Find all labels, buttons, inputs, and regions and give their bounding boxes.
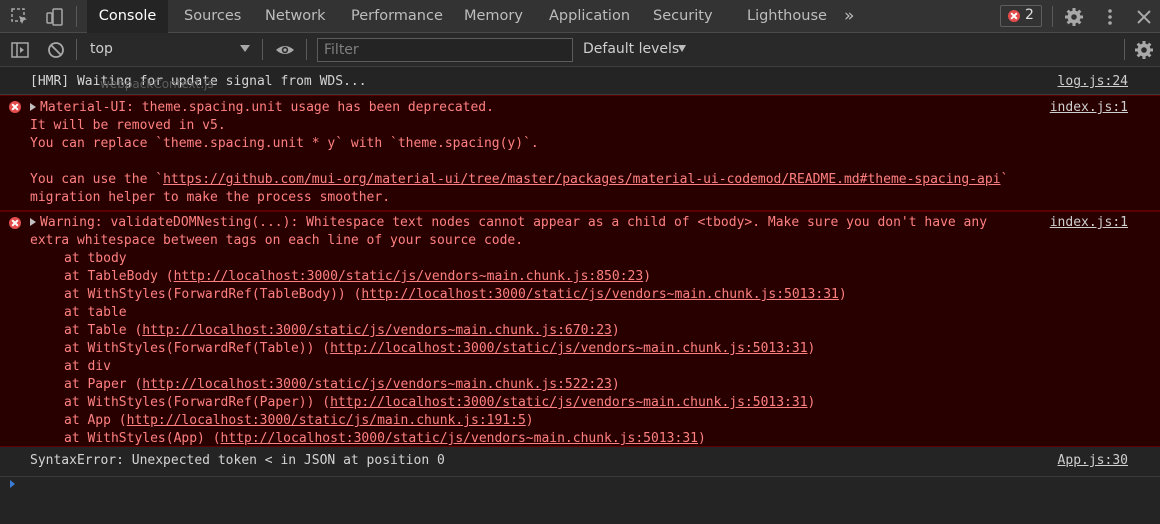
readme-link[interactable]: https://github.com/mui-org/material-ui/t… — [163, 172, 1000, 187]
kebab-menu-icon[interactable] — [1100, 7, 1120, 27]
error-first-line: Warning: validateDOMNesting(...): Whites… — [30, 214, 987, 232]
tab-sources[interactable]: Sources — [184, 0, 241, 33]
error-line: It will be removed in v5. — [30, 118, 226, 133]
stack-frame-link[interactable]: http://localhost:3000/static/js/vendors~… — [330, 395, 807, 410]
stack-frame: at WithStyles(ForwardRef(Paper)) (http:/… — [64, 395, 816, 410]
device-toolbar-icon[interactable] — [45, 7, 65, 27]
tab-application[interactable]: Application — [549, 0, 630, 33]
log-source-link[interactable]: log.js:24 — [1058, 73, 1128, 91]
tab-performance[interactable]: Performance — [351, 0, 443, 33]
live-expression-eye-icon[interactable] — [275, 40, 295, 60]
inspect-element-icon[interactable] — [10, 7, 30, 27]
stack-frame-link[interactable]: http://localhost:3000/static/js/main.chu… — [127, 413, 526, 428]
log-levels-dropdown[interactable]: Default levels — [583, 41, 679, 57]
stack-frame: at Table (http://localhost:3000/static/j… — [64, 323, 620, 338]
error-first-line: Material-UI: theme.spacing.unit usage ha… — [30, 99, 494, 117]
error-line: extra whitespace between tags on each li… — [30, 233, 524, 248]
filter-input[interactable] — [317, 38, 573, 62]
stack-frame-link[interactable]: http://localhost:3000/static/js/vendors~… — [221, 431, 698, 446]
stack-frame-link[interactable]: http://localhost:3000/static/js/vendors~… — [361, 287, 838, 302]
tabbar-divider — [1052, 6, 1053, 27]
stack-frame: at tbody — [64, 251, 127, 266]
error-count: 2 — [1025, 7, 1034, 23]
close-icon[interactable] — [1134, 7, 1154, 27]
log-message: SyntaxError: Unexpected token < in JSON … — [30, 453, 445, 468]
error-line: You can use the `https://github.com/mui-… — [30, 172, 1009, 187]
overlay-hint: webpackContext.js — [100, 77, 214, 91]
stack-frame: at div — [64, 359, 111, 374]
stack-frame-link[interactable]: http://localhost:3000/static/js/vendors~… — [142, 323, 612, 338]
error-icon — [9, 217, 21, 229]
tab-memory[interactable]: Memory — [464, 0, 523, 33]
stack-frame-link[interactable]: http://localhost:3000/static/js/vendors~… — [142, 377, 612, 392]
toolbar-divider — [1124, 39, 1125, 60]
error-count-badge[interactable]: 2 — [1000, 5, 1042, 27]
toolbar-divider — [262, 39, 263, 60]
expand-triangle-icon[interactable] — [30, 218, 36, 226]
tab-console[interactable]: Console — [87, 0, 168, 33]
tab-security[interactable]: Security — [653, 0, 713, 33]
stack-frame: at TableBody (http://localhost:3000/stat… — [64, 269, 652, 284]
console-error-warning[interactable]: Warning: validateDOMNesting(...): Whites… — [0, 211, 1160, 447]
stack-frame: at WithStyles(ForwardRef(Table)) (http:/… — [64, 341, 816, 356]
tab-lighthouse[interactable]: Lighthouse — [747, 0, 827, 33]
settings-gear-icon[interactable] — [1064, 7, 1084, 27]
tab-network[interactable]: Network — [265, 0, 326, 33]
log-source-link[interactable]: App.js:30 — [1058, 452, 1128, 470]
console-error-mui[interactable]: Material-UI: theme.spacing.unit usage ha… — [0, 95, 1160, 211]
stack-frame: at WithStyles(ForwardRef(TableBody)) (ht… — [64, 287, 847, 302]
stack-frame-link[interactable]: http://localhost:3000/static/js/vendors~… — [174, 269, 644, 284]
console-settings-gear-icon[interactable] — [1134, 40, 1154, 60]
console-log-syntax-error: SyntaxError: Unexpected token < in JSON … — [0, 447, 1160, 477]
stack-frame-link[interactable]: http://localhost:3000/static/js/vendors~… — [330, 341, 807, 356]
error-line: You can replace `theme.spacing.unit * y`… — [30, 136, 539, 151]
error-source-link[interactable]: index.js:1 — [1049, 214, 1128, 232]
stack-frame: at App (http://localhost:3000/static/js/… — [64, 413, 534, 428]
console-toolbar: top Default levels — [0, 33, 1160, 67]
stack-frame: at Paper (http://localhost:3000/static/j… — [64, 377, 620, 392]
stack-frame: at WithStyles(App) (http://localhost:300… — [64, 431, 706, 446]
tabbar-divider — [76, 6, 77, 27]
clear-console-icon[interactable] — [46, 40, 66, 60]
sidebar-toggle-icon[interactable] — [10, 40, 30, 60]
error-icon — [9, 101, 21, 113]
error-icon — [1008, 10, 1020, 22]
devtools-tabbar: Console Sources Network Performance Memo… — [0, 0, 1160, 33]
context-selector[interactable]: top — [90, 41, 113, 57]
console-messages: [HMR] Waiting for update signal from WDS… — [0, 67, 1160, 477]
toolbar-divider — [306, 39, 307, 60]
error-source-link[interactable]: index.js:1 — [1050, 99, 1128, 117]
console-log-hmr: [HMR] Waiting for update signal from WDS… — [0, 67, 1160, 95]
error-line: migration helper to make the process smo… — [30, 190, 391, 205]
toolbar-divider — [76, 39, 77, 60]
more-tabs-button[interactable]: » — [844, 0, 854, 33]
chevron-down-icon[interactable] — [240, 45, 250, 52]
chevron-down-icon[interactable] — [678, 45, 686, 52]
stack-frame: at table — [64, 305, 127, 320]
expand-triangle-icon[interactable] — [30, 103, 36, 111]
